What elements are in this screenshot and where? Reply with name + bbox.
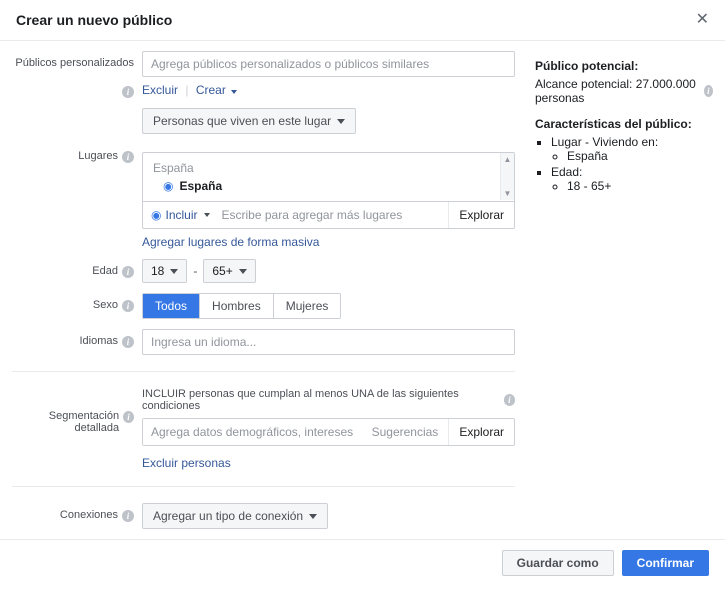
gender-option-women[interactable]: Mujeres — [274, 294, 341, 318]
sidebar: Público potencial: Alcance potencial: 27… — [527, 51, 713, 529]
modal-body: Públicos personalizados i Excluir | Crea… — [0, 41, 725, 539]
detailed-targeting-box: Sugerencias Explorar — [142, 418, 515, 446]
info-icon[interactable]: i — [122, 336, 134, 348]
location-mode-dropdown[interactable]: Personas que viven en este lugar — [142, 108, 356, 134]
row-custom-audiences: Públicos personalizados — [12, 51, 515, 77]
gender-option-men[interactable]: Hombres — [200, 294, 274, 318]
caret-down-icon — [204, 213, 210, 217]
suggestions-button[interactable]: Sugerencias — [362, 419, 449, 445]
detailed-explore-button[interactable]: Explorar — [448, 419, 514, 445]
age-max-dropdown[interactable]: 65+ — [203, 259, 255, 283]
languages-input[interactable] — [142, 329, 515, 355]
connections-dropdown[interactable]: Agregar un tipo de conexión — [142, 503, 328, 529]
info-icon[interactable]: i — [122, 510, 134, 522]
char-age-label: Edad: 18 - 65+ — [551, 165, 713, 193]
potential-reach-text: Alcance potencial: 27.000.000 personas — [535, 77, 700, 105]
char-age-value: 18 - 65+ — [567, 179, 713, 193]
divider — [12, 486, 515, 487]
save-as-button[interactable]: Guardar como — [502, 550, 614, 576]
modal-title: Crear un nuevo público — [16, 12, 172, 28]
info-icon[interactable]: i — [504, 394, 515, 406]
divider — [12, 371, 515, 372]
exclude-link[interactable]: Excluir — [142, 83, 178, 97]
modal-header: Crear un nuevo público ✕ — [0, 0, 725, 41]
label-custom-audiences: Públicos personalizados — [15, 57, 134, 69]
char-location-value: España — [567, 149, 713, 163]
selected-location[interactable]: ◉ España — [153, 179, 498, 193]
info-icon[interactable]: i — [122, 266, 134, 278]
label-connections: Conexiones — [60, 509, 118, 521]
info-icon[interactable]: i — [123, 411, 134, 423]
caret-down-icon — [337, 119, 345, 124]
info-icon[interactable]: i — [122, 86, 134, 98]
location-search-input[interactable] — [218, 202, 449, 228]
label-locations: Lugares — [78, 150, 118, 162]
bulk-locations-link[interactable]: Agregar lugares de forma masiva — [142, 235, 319, 249]
location-country-label: España — [153, 161, 498, 175]
info-icon[interactable]: i — [122, 300, 134, 312]
caret-down-icon — [231, 90, 237, 94]
label-gender: Sexo — [93, 299, 118, 311]
exclude-people-link[interactable]: Excluir personas — [142, 456, 231, 470]
info-icon[interactable]: i — [122, 151, 134, 163]
caret-down-icon — [309, 514, 317, 519]
gender-option-all[interactable]: Todos — [143, 294, 200, 318]
modal-footer: Guardar como Confirmar — [0, 539, 725, 586]
label-languages: Idiomas — [79, 335, 118, 347]
form-column: Públicos personalizados i Excluir | Crea… — [12, 51, 527, 529]
audience-characteristics-title: Características del público: — [535, 117, 713, 131]
create-link[interactable]: Crear — [196, 83, 237, 97]
age-min-dropdown[interactable]: 18 — [142, 259, 187, 283]
custom-audiences-input[interactable] — [142, 51, 515, 77]
locations-box: España ◉ España ▲▼ ◉ Incluir Explorar — [142, 152, 515, 229]
confirm-button[interactable]: Confirmar — [622, 550, 709, 576]
label-detailed-targeting: Segmentación detallada — [12, 410, 119, 434]
char-location-label: Lugar - Viviendo en: España — [551, 135, 713, 163]
gender-segmented-control: Todos Hombres Mujeres — [142, 293, 341, 319]
potential-audience-title: Público potencial: — [535, 59, 713, 73]
detailed-targeting-input[interactable] — [143, 419, 362, 445]
scrollbar[interactable]: ▲▼ — [500, 153, 514, 200]
info-icon[interactable]: i — [704, 85, 713, 97]
label-age: Edad — [92, 265, 118, 277]
caret-down-icon — [170, 269, 178, 274]
include-dropdown[interactable]: ◉ Incluir — [143, 202, 218, 228]
close-icon[interactable]: ✕ — [696, 12, 709, 28]
caret-down-icon — [239, 269, 247, 274]
location-explore-button[interactable]: Explorar — [448, 202, 514, 228]
pin-icon: ◉ — [163, 179, 173, 193]
